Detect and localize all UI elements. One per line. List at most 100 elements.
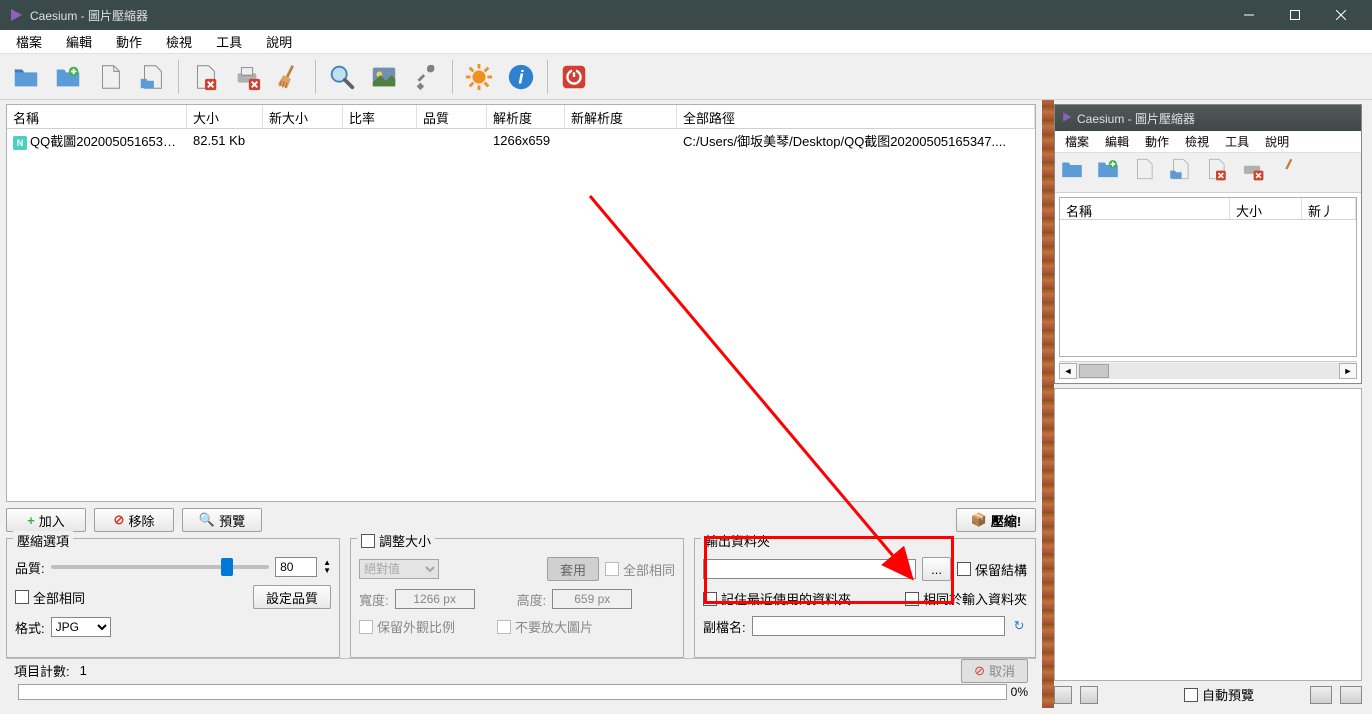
- scroll-thumb[interactable]: [1079, 364, 1109, 378]
- compress-button[interactable]: 📦壓縮!: [956, 508, 1036, 532]
- keep-structure-checkbox[interactable]: [957, 562, 971, 576]
- nested-app-icon: [1061, 111, 1073, 126]
- suffix-label: 副檔名:: [703, 617, 746, 636]
- output-path-input[interactable]: [703, 559, 916, 579]
- app-title: Caesium - 圖片壓縮器: [30, 7, 1226, 24]
- menu-tools[interactable]: 工具: [204, 30, 254, 53]
- apply-resize-button[interactable]: 套用: [547, 557, 599, 581]
- printer-delete-icon[interactable]: [227, 58, 267, 96]
- column-name[interactable]: 名稱: [7, 105, 187, 128]
- menu-edit[interactable]: 編輯: [54, 30, 104, 53]
- nested-title-bar: Caesium - 圖片壓縮器: [1055, 105, 1361, 131]
- nested-col-new[interactable]: 新丿: [1302, 198, 1356, 219]
- format-select[interactable]: JPG: [51, 617, 111, 637]
- column-newresolution[interactable]: 新解析度: [565, 105, 677, 128]
- browse-button[interactable]: ...: [922, 557, 951, 581]
- nested-open-folder-icon[interactable]: [1095, 156, 1131, 190]
- column-newsize[interactable]: 新大小: [263, 105, 343, 128]
- nested-open-file-icon[interactable]: [1059, 156, 1095, 190]
- cell-resolution: 1266x659: [487, 131, 565, 150]
- quality-label: 品質:: [15, 558, 45, 577]
- cell-size: 82.51 Kb: [187, 131, 263, 150]
- allsame-checkbox[interactable]: [15, 590, 29, 604]
- column-size[interactable]: 大小: [187, 105, 263, 128]
- grid-icon-1[interactable]: [1054, 686, 1072, 704]
- quality-slider[interactable]: [51, 565, 269, 569]
- menu-view[interactable]: 檢視: [154, 30, 204, 53]
- resize-mode-select[interactable]: 絕對值: [359, 559, 439, 579]
- preview-button[interactable]: 🔍預覽: [182, 508, 262, 532]
- scroll-left-icon[interactable]: ◄: [1059, 363, 1077, 379]
- remove-button[interactable]: ⊘移除: [94, 508, 174, 532]
- suffix-input[interactable]: [752, 616, 1005, 636]
- column-resolution[interactable]: 解析度: [487, 105, 565, 128]
- nested-delete-icon[interactable]: [1203, 156, 1239, 190]
- open-file-icon[interactable]: [6, 58, 46, 96]
- item-count-value: 1: [80, 663, 87, 678]
- cell-path: C:/Users/御坂美琴/Desktop/QQ截图20200505165347…: [677, 129, 1035, 152]
- cell-name: QQ截圖2020050516534...: [30, 134, 181, 149]
- menu-file[interactable]: 檔案: [4, 30, 54, 53]
- nested-doc-folder-icon[interactable]: [1167, 156, 1203, 190]
- preview-panel: [1054, 388, 1362, 681]
- close-button[interactable]: [1318, 0, 1364, 30]
- nested-menu-help[interactable]: 說明: [1257, 131, 1297, 152]
- nested-menu-action[interactable]: 動作: [1137, 131, 1177, 152]
- maximize-button[interactable]: [1272, 0, 1318, 30]
- quality-value[interactable]: [275, 557, 317, 577]
- nested-scrollbar[interactable]: ◄ ►: [1059, 361, 1357, 379]
- zoom-out-icon[interactable]: [1310, 686, 1332, 704]
- height-input: [552, 589, 632, 609]
- menu-help[interactable]: 說明: [254, 30, 304, 53]
- delete-item-icon[interactable]: [185, 58, 225, 96]
- document-folder-icon[interactable]: [132, 58, 172, 96]
- nested-col-name[interactable]: 名稱: [1060, 198, 1230, 219]
- zoom-in-icon[interactable]: [1340, 686, 1362, 704]
- image-icon[interactable]: [364, 58, 404, 96]
- remember-folder-checkbox[interactable]: [703, 592, 717, 606]
- column-ratio[interactable]: 比率: [343, 105, 417, 128]
- resize-checkbox[interactable]: [361, 534, 375, 548]
- cancel-button[interactable]: ⊘取消: [961, 659, 1028, 683]
- status-bar: 項目計數: 1 ⊘取消: [6, 658, 1036, 682]
- title-bar: Caesium - 圖片壓縮器: [0, 0, 1372, 30]
- add-button[interactable]: +加入: [6, 508, 86, 532]
- open-folder-icon[interactable]: [48, 58, 88, 96]
- nested-menu-view[interactable]: 檢視: [1177, 131, 1217, 152]
- panel-resize: 調整大小 絕對值 套用 全部相同 寬度: 高度: 保留外觀比例: [350, 538, 684, 658]
- toolbar: i: [0, 54, 1372, 100]
- progress-bar: [18, 684, 1007, 700]
- table-row[interactable]: NQQ截圖2020050516534... 82.51 Kb 1266x659 …: [7, 129, 1035, 151]
- file-type-icon: N: [13, 136, 27, 150]
- nested-menu-edit[interactable]: 編輯: [1097, 131, 1137, 152]
- menu-action[interactable]: 動作: [104, 30, 154, 53]
- broom-icon[interactable]: [269, 58, 309, 96]
- minimize-button[interactable]: [1226, 0, 1272, 30]
- document-icon[interactable]: [90, 58, 130, 96]
- nested-menu-file[interactable]: 檔案: [1057, 131, 1097, 152]
- resize-allsame-checkbox: [605, 562, 619, 576]
- grid-icon-2[interactable]: [1080, 686, 1098, 704]
- nested-broom-icon[interactable]: [1275, 156, 1295, 190]
- power-icon[interactable]: [554, 58, 594, 96]
- item-count-label: 項目計數:: [14, 661, 70, 680]
- nested-doc-icon[interactable]: [1131, 156, 1167, 190]
- column-path[interactable]: 全部路徑: [677, 105, 1035, 128]
- width-input: [395, 589, 475, 609]
- panel-compression-legend: 壓縮選項: [13, 531, 73, 550]
- keep-ratio-checkbox: [359, 620, 373, 634]
- nested-col-size[interactable]: 大小: [1230, 198, 1302, 219]
- info-icon[interactable]: i: [501, 58, 541, 96]
- column-quality[interactable]: 品質: [417, 105, 487, 128]
- magnifier-icon[interactable]: [322, 58, 362, 96]
- nested-printer-delete-icon[interactable]: [1239, 156, 1275, 190]
- settings-icon[interactable]: [406, 58, 446, 96]
- same-as-input-checkbox[interactable]: [905, 592, 919, 606]
- svg-text:i: i: [518, 66, 524, 87]
- nested-menu-tools[interactable]: 工具: [1217, 131, 1257, 152]
- sun-icon[interactable]: [459, 58, 499, 96]
- auto-preview-checkbox[interactable]: [1184, 688, 1198, 702]
- set-quality-button[interactable]: 設定品質: [253, 585, 331, 609]
- scroll-right-icon[interactable]: ►: [1339, 363, 1357, 379]
- refresh-suffix-icon[interactable]: ↻: [1011, 618, 1027, 634]
